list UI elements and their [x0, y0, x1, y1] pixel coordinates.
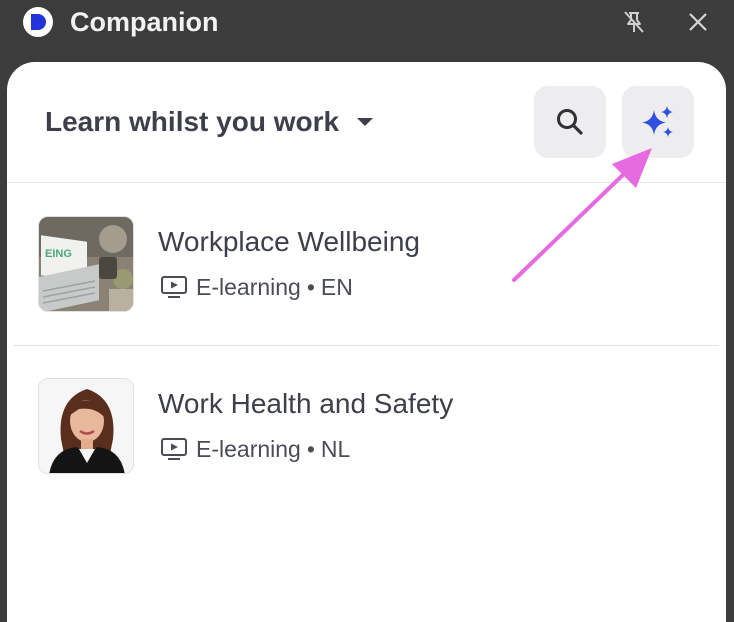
course-thumbnail-portrait	[38, 378, 134, 474]
course-title: Work Health and Safety	[158, 388, 454, 419]
window-titlebar: Companion	[0, 0, 734, 50]
course-language: NL	[320, 435, 351, 462]
course-title: Workplace Wellbeing	[158, 226, 420, 257]
course-type: E-learning	[196, 435, 301, 462]
close-icon	[689, 13, 707, 31]
unpin-icon	[624, 11, 644, 33]
woman-portrait-thumbnail	[39, 379, 133, 473]
sparkle-icon	[642, 106, 673, 137]
course-meta: E-learning • EN	[160, 272, 353, 302]
course-meta: E-learning • NL	[160, 434, 350, 464]
course-item[interactable]: EING Workplace Wellbeing E-learning • EN	[13, 184, 719, 346]
svg-text:EING: EING	[45, 248, 72, 260]
search-icon	[557, 109, 583, 135]
unpin-button[interactable]	[618, 6, 650, 38]
meta-separator: •	[306, 435, 315, 462]
monitor-play-icon	[161, 438, 187, 460]
course-thumbnail-laptop: EING	[38, 216, 134, 312]
close-window-button[interactable]	[682, 6, 714, 38]
section-dropdown[interactable]: Learn whilst you work	[45, 100, 374, 144]
course-item[interactable]: Work Health and Safety E-learning • NL	[13, 346, 719, 508]
laptop-desk-thumbnail: EING	[39, 217, 133, 311]
search-button[interactable]	[534, 86, 606, 158]
chevron-down-icon	[357, 118, 374, 126]
companion-panel: Learn whilst you work EING Workplace Wel…	[7, 62, 726, 622]
course-language: EN	[320, 273, 353, 300]
panel-header: Learn whilst you work	[7, 62, 726, 183]
window-title: Companion	[70, 7, 219, 37]
app-logo-icon	[23, 7, 53, 37]
meta-separator: •	[306, 273, 315, 300]
section-title: Learn whilst you work	[45, 106, 340, 137]
ai-assistant-button[interactable]	[622, 86, 694, 158]
monitor-play-icon	[161, 276, 187, 298]
course-type: E-learning	[196, 273, 301, 300]
